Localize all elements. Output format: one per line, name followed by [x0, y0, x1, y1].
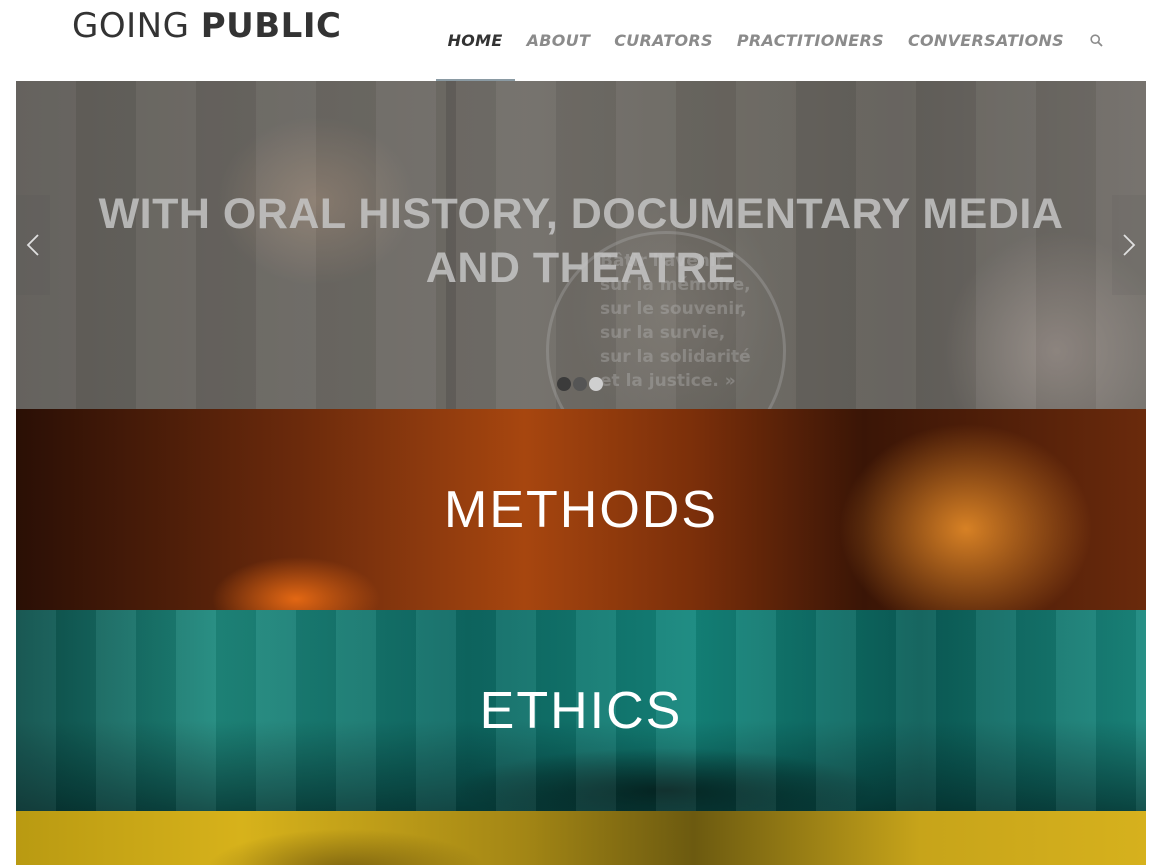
nav-item-home[interactable]: HOME	[435, 0, 515, 81]
nav-item-conversations[interactable]: CONVERSATIONS	[896, 0, 1076, 81]
site-header: GOING PUBLIC HOME ABOUT CURATORS PRACTIT…	[0, 0, 1165, 81]
nav-item-about[interactable]: ABOUT	[515, 0, 603, 81]
search-icon	[1090, 34, 1103, 47]
slider-prev-button[interactable]	[16, 195, 50, 295]
section-third[interactable]	[16, 811, 1146, 865]
slider-next-button[interactable]	[1112, 195, 1146, 295]
chevron-left-icon	[26, 234, 39, 256]
logo-text-going: GOING	[72, 6, 190, 46]
section-title-ethics: ETHICS	[479, 681, 683, 740]
slider-dots	[557, 377, 603, 391]
slider-dot-1[interactable]	[557, 377, 571, 391]
hero-slider: Bâtir l'avenir sur la mémoire, sur le so…	[16, 81, 1146, 409]
chevron-right-icon	[1123, 234, 1136, 256]
logo-text-public: PUBLIC	[200, 6, 342, 46]
site-logo[interactable]: GOING PUBLIC	[72, 4, 341, 48]
slider-dot-2[interactable]	[573, 377, 587, 391]
section-title-methods: METHODS	[444, 480, 718, 539]
slider-dot-3[interactable]	[589, 377, 603, 391]
nav-item-practitioners[interactable]: PRACTITIONERS	[725, 0, 896, 81]
search-button[interactable]	[1076, 0, 1109, 81]
section-methods[interactable]: METHODS	[16, 409, 1146, 610]
main-nav: HOME ABOUT CURATORS PRACTITIONERS CONVER…	[435, 0, 1109, 81]
section-ethics[interactable]: ETHICS	[16, 610, 1146, 811]
nav-item-curators[interactable]: CURATORS	[602, 0, 725, 81]
slide-caption: WITH ORAL HISTORY, DOCUMENTARY MEDIA AND…	[98, 190, 1064, 292]
